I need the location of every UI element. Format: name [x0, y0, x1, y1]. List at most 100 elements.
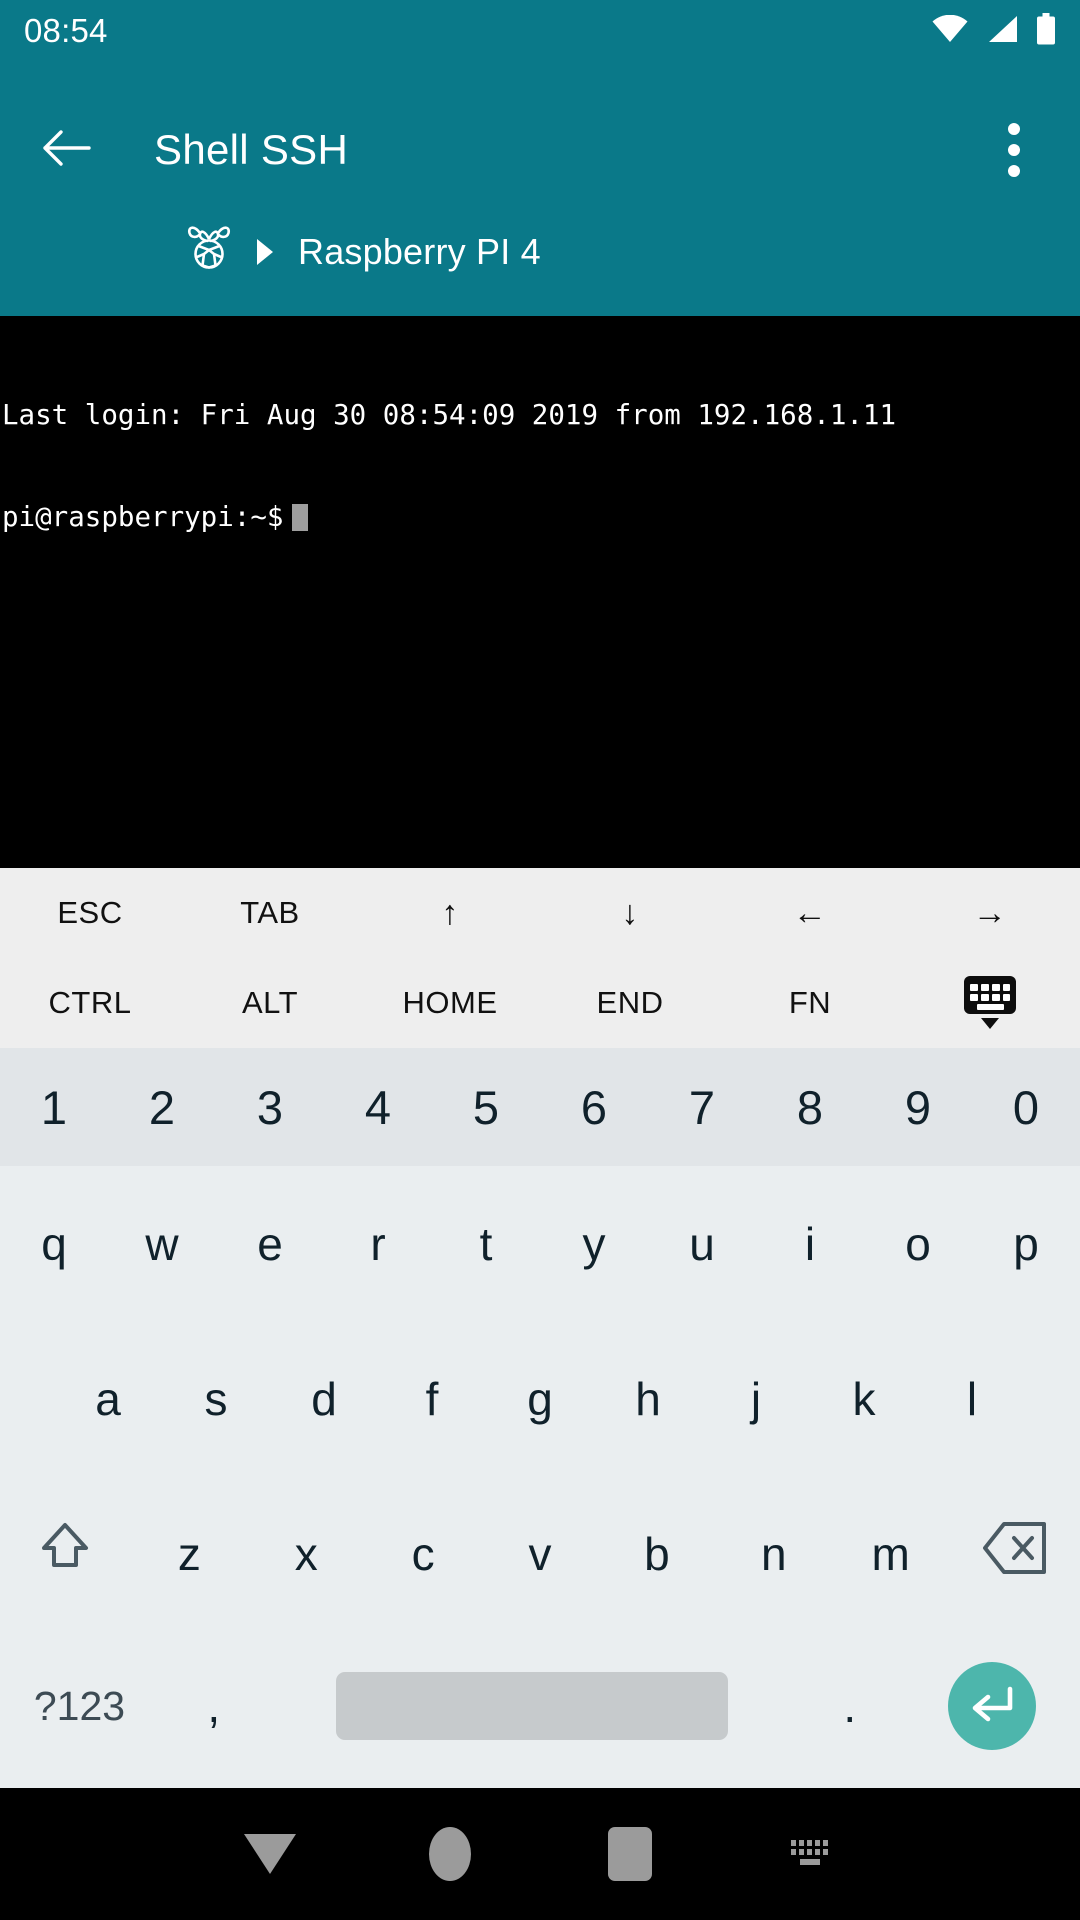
key-g[interactable]: g	[486, 1321, 594, 1476]
key-b[interactable]: b	[598, 1476, 715, 1631]
symbols-key[interactable]: ?123	[0, 1683, 159, 1730]
key-esc[interactable]: ESC	[0, 868, 180, 958]
status-icons	[932, 12, 1056, 50]
key-y[interactable]: y	[540, 1166, 648, 1321]
key-l[interactable]: l	[918, 1321, 1026, 1476]
hide-keyboard-button[interactable]	[900, 958, 1080, 1048]
page-title: Shell SSH	[154, 126, 349, 173]
key-comma[interactable]: ,	[159, 1679, 269, 1733]
key-1[interactable]: 1	[0, 1048, 108, 1166]
key-home[interactable]: HOME	[360, 958, 540, 1048]
battery-icon	[1036, 12, 1056, 50]
navigation-bar	[0, 1788, 1080, 1920]
key-m[interactable]: m	[832, 1476, 949, 1631]
key-s[interactable]: s	[162, 1321, 270, 1476]
back-arrow-icon	[41, 128, 91, 173]
key-8[interactable]: 8	[756, 1048, 864, 1166]
function-key-row-2: CTRL ALT HOME END FN	[0, 958, 1080, 1048]
function-key-row-1: ESC TAB ↑ ↓ ← →	[0, 868, 1080, 958]
key-period[interactable]: .	[795, 1679, 905, 1733]
nav-home-button[interactable]	[360, 1827, 540, 1881]
triangle-right-icon	[254, 237, 276, 267]
terminal-prompt: pi@raspberrypi:~$	[2, 501, 284, 533]
key-arrow-right[interactable]: →	[900, 868, 1080, 958]
app-bar: Shell SSH Raspberry PI 4	[0, 62, 1080, 316]
key-e[interactable]: e	[216, 1166, 324, 1321]
ime-switcher-icon	[789, 1838, 831, 1870]
terminal-prompt-line: pi@raspberrypi:~$	[2, 500, 1080, 534]
key-0[interactable]: 0	[972, 1048, 1080, 1166]
key-tab[interactable]: TAB	[180, 868, 360, 958]
breadcrumb[interactable]: Raspberry PI 4	[0, 212, 1080, 292]
key-p[interactable]: p	[972, 1166, 1080, 1321]
key-z[interactable]: z	[131, 1476, 248, 1631]
overflow-menu-button[interactable]	[984, 118, 1044, 182]
key-4[interactable]: 4	[324, 1048, 432, 1166]
key-i[interactable]: i	[756, 1166, 864, 1321]
key-d[interactable]: d	[270, 1321, 378, 1476]
key-n[interactable]: n	[715, 1476, 832, 1631]
backspace-icon	[982, 1520, 1048, 1587]
enter-key[interactable]	[905, 1662, 1080, 1750]
key-t[interactable]: t	[432, 1166, 540, 1321]
nav-down-icon	[244, 1834, 296, 1874]
key-u[interactable]: u	[648, 1166, 756, 1321]
key-arrow-left[interactable]: ←	[720, 868, 900, 958]
app-bar-row: Shell SSH	[0, 102, 1080, 198]
ime-switcher-button[interactable]	[720, 1838, 900, 1870]
key-7[interactable]: 7	[648, 1048, 756, 1166]
soft-keyboard: 1 2 3 4 5 6 7 8 9 0 q w e r t y u i o p …	[0, 1048, 1080, 1788]
key-ctrl[interactable]: CTRL	[0, 958, 180, 1048]
key-end[interactable]: END	[540, 958, 720, 1048]
shift-key[interactable]	[0, 1476, 131, 1631]
nav-back-button[interactable]	[180, 1834, 360, 1874]
nav-recents-icon	[608, 1827, 652, 1881]
function-key-bar: ESC TAB ↑ ↓ ← → CTRL ALT HOME END FN	[0, 868, 1080, 1048]
key-9[interactable]: 9	[864, 1048, 972, 1166]
key-3[interactable]: 3	[216, 1048, 324, 1166]
status-bar: 08:54	[0, 0, 1080, 62]
terminal-line-1: Last login: Fri Aug 30 08:54:09 2019 fro…	[2, 399, 897, 431]
key-v[interactable]: v	[482, 1476, 599, 1631]
enter-icon	[966, 1681, 1018, 1732]
key-x[interactable]: x	[248, 1476, 365, 1631]
key-k[interactable]: k	[810, 1321, 918, 1476]
block-cursor-icon	[292, 504, 309, 531]
keyboard-row-zxcv: z x c v b n m	[0, 1476, 1080, 1631]
enter-key-circle	[948, 1662, 1037, 1750]
nav-recents-button[interactable]	[540, 1827, 720, 1881]
key-6[interactable]: 6	[540, 1048, 648, 1166]
key-h[interactable]: h	[594, 1321, 702, 1476]
key-2[interactable]: 2	[108, 1048, 216, 1166]
key-arrow-up[interactable]: ↑	[360, 868, 540, 958]
keyboard-row-asdf: a s d f g h j k l	[0, 1321, 1080, 1476]
key-5[interactable]: 5	[432, 1048, 540, 1166]
key-w[interactable]: w	[108, 1166, 216, 1321]
keyboard-row-bottom: ?123 , .	[0, 1631, 1080, 1781]
key-q[interactable]: q	[0, 1166, 108, 1321]
keyboard-row-qwerty: q w e r t y u i o p	[0, 1166, 1080, 1321]
hide-keyboard-icon	[961, 974, 1019, 1032]
overflow-menu-icon-dot2	[1008, 144, 1020, 156]
key-arrow-down[interactable]: ↓	[540, 868, 720, 958]
key-o[interactable]: o	[864, 1166, 972, 1321]
back-button[interactable]	[36, 120, 96, 180]
backspace-key[interactable]	[949, 1476, 1080, 1631]
signal-icon	[986, 15, 1018, 48]
key-j[interactable]: j	[702, 1321, 810, 1476]
status-time: 08:54	[24, 12, 108, 49]
key-c[interactable]: c	[365, 1476, 482, 1631]
keyboard-number-row: 1 2 3 4 5 6 7 8 9 0	[0, 1048, 1080, 1166]
shift-icon	[34, 1517, 96, 1590]
terminal-output[interactable]: Last login: Fri Aug 30 08:54:09 2019 fro…	[0, 316, 1080, 868]
key-a[interactable]: a	[54, 1321, 162, 1476]
key-r[interactable]: r	[324, 1166, 432, 1321]
phone-screen: 08:54 Shell SSH Raspberry PI 4 Last logi…	[0, 0, 1080, 1920]
spacebar-surface	[335, 1672, 728, 1740]
spacebar-key[interactable]	[269, 1672, 795, 1740]
overflow-menu-icon-dot3	[1008, 165, 1020, 177]
key-fn[interactable]: FN	[720, 958, 900, 1048]
key-alt[interactable]: ALT	[180, 958, 360, 1048]
key-f[interactable]: f	[378, 1321, 486, 1476]
overflow-menu-icon	[1008, 123, 1020, 135]
